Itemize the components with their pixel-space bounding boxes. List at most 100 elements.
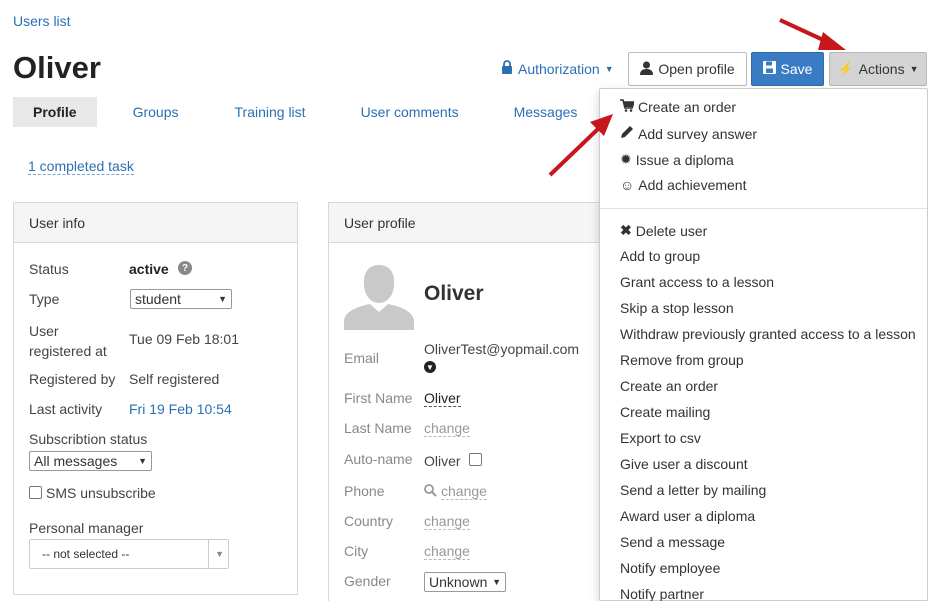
manager-value: -- not selected -- bbox=[42, 547, 130, 561]
gender-label: Gender bbox=[344, 573, 391, 589]
chevron-down-icon: ▼ bbox=[208, 540, 224, 568]
chevron-down-icon: ▼ bbox=[138, 456, 147, 466]
user-icon bbox=[640, 61, 654, 78]
caret-down-icon: ▼ bbox=[604, 63, 614, 74]
avatar bbox=[344, 260, 414, 330]
actions-menu: Create an order Add survey answer ✹ Issu… bbox=[599, 88, 928, 601]
menu-item-grant-access[interactable]: Grant access to a lesson bbox=[620, 274, 774, 290]
menu-item-give-discount[interactable]: Give user a discount bbox=[620, 456, 748, 472]
menu-item-add-achievement[interactable]: ☺ Add achievement bbox=[620, 177, 746, 193]
actions-button[interactable]: ⚡ Actions ▼ bbox=[829, 52, 927, 86]
lock-icon bbox=[501, 60, 513, 77]
phone-label: Phone bbox=[344, 483, 385, 499]
menu-item-notify-partner[interactable]: Notify partner bbox=[620, 586, 704, 601]
menu-item-label: Delete user bbox=[635, 222, 708, 239]
last-name-change[interactable]: change bbox=[424, 420, 470, 437]
email-label: Email bbox=[344, 350, 380, 366]
tab-messages[interactable]: Messages bbox=[514, 97, 578, 127]
menu-item-notify-employee[interactable]: Notify employee bbox=[620, 560, 720, 576]
cart-icon bbox=[620, 99, 636, 115]
open-profile-button[interactable]: Open profile bbox=[628, 52, 747, 86]
phone-change[interactable]: change bbox=[441, 483, 487, 500]
authorization-dropdown[interactable]: Authorization ▼ bbox=[501, 60, 614, 77]
registered-by-value: Self registered bbox=[129, 371, 220, 387]
help-icon[interactable]: ? bbox=[178, 261, 192, 275]
type-label: Type bbox=[29, 291, 60, 307]
menu-item-send-letter-mailing[interactable]: Send a letter by mailing bbox=[620, 482, 766, 498]
status-value: active bbox=[129, 261, 169, 277]
close-icon: ✖ bbox=[620, 222, 632, 238]
registered-label-line2: registered at bbox=[29, 343, 107, 359]
profile-tabs: Profile Groups Training list User commen… bbox=[13, 97, 577, 127]
country-change[interactable]: change bbox=[424, 513, 470, 530]
registered-value: Tue 09 Feb 18:01 bbox=[129, 331, 240, 347]
sms-unsubscribe-label: SMS unsubscribe bbox=[46, 485, 156, 501]
city-label: City bbox=[344, 543, 369, 559]
first-name-label: First Name bbox=[344, 390, 413, 406]
save-label: Save bbox=[780, 61, 813, 77]
save-button[interactable]: Save bbox=[751, 52, 824, 86]
subscription-select[interactable]: All messages ▼ bbox=[29, 451, 152, 471]
menu-item-remove-from-group[interactable]: Remove from group bbox=[620, 352, 744, 368]
caret-down-icon: ▼ bbox=[909, 64, 919, 74]
subscription-label: Subscribtion status bbox=[29, 431, 148, 447]
menu-item-send-message[interactable]: Send a message bbox=[620, 534, 725, 550]
manager-label: Personal manager bbox=[29, 520, 144, 536]
menu-item-label: Issue a diploma bbox=[635, 151, 734, 168]
menu-item-create-mailing[interactable]: Create mailing bbox=[620, 404, 710, 420]
sms-unsubscribe-checkbox[interactable] bbox=[29, 486, 42, 499]
menu-item-export-csv[interactable]: Export to csv bbox=[620, 430, 701, 446]
tab-user-comments[interactable]: User comments bbox=[361, 97, 459, 127]
chevron-circle-down-icon[interactable]: ▼ bbox=[424, 361, 436, 373]
menu-divider bbox=[600, 208, 927, 209]
smile-icon: ☺ bbox=[620, 177, 635, 193]
breadcrumb-users-list[interactable]: Users list bbox=[13, 13, 71, 29]
autoname-checkbox[interactable] bbox=[469, 453, 482, 466]
last-name-label: Last Name bbox=[344, 420, 412, 436]
tab-training-list[interactable]: Training list bbox=[235, 97, 306, 127]
menu-item-award-diploma[interactable]: Award user a diploma bbox=[620, 508, 755, 524]
subscription-value: All messages bbox=[34, 453, 118, 469]
gender-value: Unknown bbox=[429, 574, 488, 590]
menu-item-withdraw-access[interactable]: Withdraw previously granted access to a … bbox=[620, 326, 916, 342]
chevron-down-icon: ▼ bbox=[218, 294, 227, 304]
manager-select[interactable]: -- not selected -- ▼ bbox=[29, 539, 229, 569]
floppy-icon bbox=[762, 61, 776, 77]
email-value: OliverTest@yopmail.com bbox=[424, 341, 580, 357]
type-value: student bbox=[135, 291, 181, 307]
autoname-value: Oliver bbox=[424, 453, 461, 469]
profile-name: Oliver bbox=[424, 282, 484, 305]
menu-item-create-order[interactable]: Create an order bbox=[620, 378, 718, 394]
search-icon bbox=[424, 484, 437, 500]
menu-item-issue-diploma[interactable]: ✹ Issue a diploma bbox=[620, 151, 734, 168]
completed-task-link[interactable]: 1 completed task bbox=[28, 158, 134, 175]
first-name-value[interactable]: Oliver bbox=[424, 390, 461, 407]
user-profile-title: User profile bbox=[329, 203, 607, 243]
registered-label-line1: User bbox=[29, 323, 59, 339]
city-change[interactable]: change bbox=[424, 543, 470, 560]
country-label: Country bbox=[344, 513, 394, 529]
tab-profile[interactable]: Profile bbox=[13, 97, 97, 127]
autoname-label: Auto-name bbox=[344, 451, 413, 467]
last-activity-label: Last activity bbox=[29, 401, 103, 417]
user-info-panel: User info Status active ? Type student ▼… bbox=[13, 202, 298, 595]
menu-item-label: Add achievement bbox=[638, 177, 747, 193]
menu-item-delete-user[interactable]: ✖ Delete user bbox=[620, 222, 707, 239]
menu-item-create-order-cart[interactable]: Create an order bbox=[620, 99, 736, 115]
authorization-label: Authorization bbox=[518, 60, 600, 77]
type-select[interactable]: student ▼ bbox=[130, 289, 232, 309]
status-label: Status bbox=[29, 261, 69, 277]
menu-item-add-survey-answer[interactable]: Add survey answer bbox=[620, 125, 757, 142]
open-profile-label: Open profile bbox=[658, 61, 735, 77]
last-activity-link[interactable]: Fri 19 Feb 10:54 bbox=[129, 401, 232, 417]
menu-item-skip-stop-lesson[interactable]: Skip a stop lesson bbox=[620, 300, 734, 316]
tab-groups[interactable]: Groups bbox=[133, 97, 179, 127]
chevron-down-icon: ▼ bbox=[492, 577, 501, 587]
menu-item-add-to-group[interactable]: Add to group bbox=[620, 248, 700, 264]
gender-select[interactable]: Unknown ▼ bbox=[424, 572, 506, 592]
bolt-icon: ⚡ bbox=[837, 61, 854, 76]
pencil-icon bbox=[620, 125, 634, 142]
menu-item-label: Add survey answer bbox=[638, 125, 758, 142]
actions-label: Actions bbox=[858, 61, 905, 77]
certificate-icon: ✹ bbox=[620, 151, 632, 167]
